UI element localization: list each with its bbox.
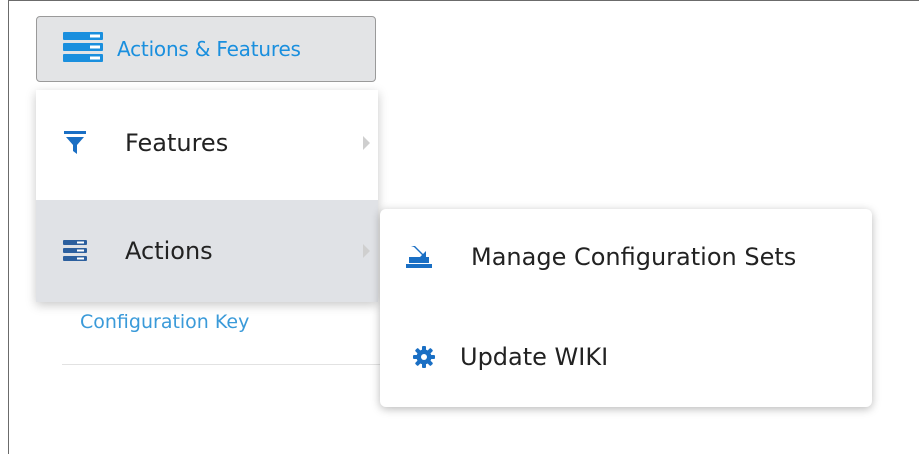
actions-features-label: Actions & Features (117, 37, 301, 61)
manage-config-icon (406, 244, 432, 270)
actions-features-button[interactable]: Actions & Features (36, 16, 376, 82)
submenu-item-manage-configuration-sets[interactable]: Manage Configuration Sets (380, 209, 872, 308)
menu-item-label: Actions (125, 237, 213, 265)
configuration-key-label: Configuration Key (80, 311, 250, 333)
submenu-item-label: Manage Configuration Sets (471, 243, 797, 271)
divider (62, 364, 382, 365)
dropdown-menu: Features Actions (36, 90, 378, 302)
funnel-icon (62, 130, 88, 156)
server-stack-icon (63, 32, 103, 66)
gear-icon (411, 344, 437, 370)
menu-item-actions[interactable]: Actions (36, 200, 378, 302)
submenu-item-label: Update WIKI (460, 343, 609, 371)
list-settings-icon (62, 238, 88, 264)
menu-item-label: Features (125, 129, 229, 157)
chevron-right-icon (363, 244, 370, 258)
submenu-item-update-wiki[interactable]: Update WIKI (380, 308, 872, 407)
chevron-right-icon (363, 136, 370, 150)
menu-item-features[interactable]: Features (36, 90, 378, 196)
actions-submenu: Manage Configuration Sets Update WIKI (380, 209, 872, 407)
